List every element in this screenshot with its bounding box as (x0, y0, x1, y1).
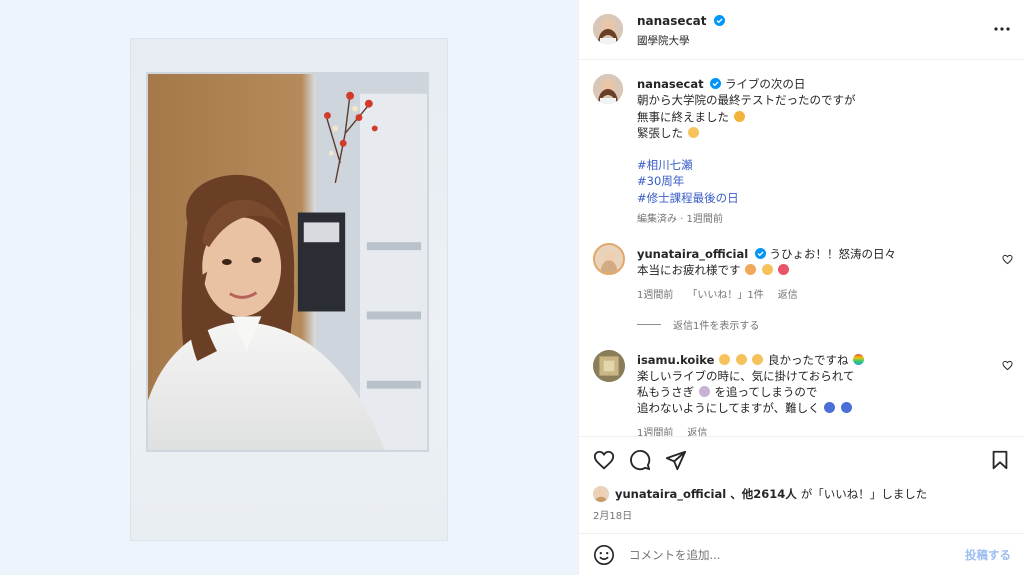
more-options-button[interactable] (993, 20, 1011, 38)
caption-line: 無事に終えました (637, 109, 729, 124)
share-button[interactable] (665, 449, 687, 471)
caption-line: 緊張した (637, 125, 683, 140)
comments-section[interactable]: nanasecat ライブの次の日 朝から大学院の最終テストだったのですが 無事… (579, 60, 1024, 436)
emoji-picker-button[interactable] (593, 544, 615, 566)
comment-item: isamu.koike 良かったですね 楽しいライブの時に、気に掛けておられて … (637, 352, 987, 416)
heart-icon (593, 450, 615, 470)
anxious-face-emoji-icon (687, 126, 699, 138)
hashtag-link[interactable]: #相川七瀬 (637, 157, 1007, 173)
caption-author-avatar[interactable] (593, 74, 623, 104)
post-header: nanasecat 國學院大學 (579, 0, 1024, 60)
comment-text: 楽しいライブの時に、気に掛けておられて (637, 369, 855, 383)
post-details-panel: nanasecat 國學院大學 nanasecat ライブの次の日 朝から大学院… (578, 0, 1024, 575)
comment-time: 1週間前 (637, 428, 674, 436)
hashtag-link[interactable]: #修士課程最後の日 (637, 190, 1007, 206)
post-caption: nanasecat ライブの次の日 朝から大学院の最終テストだったのですが 無事… (637, 76, 1007, 206)
comment-item: yunataira_official うひょお！！怒涛の日々 本当にお疲れ様です (637, 246, 987, 278)
verified-badge-icon (710, 78, 722, 89)
divider (637, 324, 661, 325)
commenter-username[interactable]: yunataira_official (637, 247, 748, 261)
cyclone-emoji-icon (824, 402, 836, 413)
comment-text: を追ってしまうので (714, 385, 818, 399)
tired-face-emoji-icon (745, 264, 757, 275)
commenter-avatar[interactable] (593, 243, 625, 275)
post-comment-button[interactable]: 投稿する (965, 547, 1011, 563)
liker-avatar (593, 486, 609, 502)
more-horizontal-icon (994, 27, 1010, 31)
hashtag-link[interactable]: #30周年 (637, 173, 1007, 189)
rainbow-emoji-icon (853, 354, 865, 365)
caption-meta: 編集済み · 1週間前 (637, 214, 723, 225)
comment-text: うひょお！！怒涛の日々 (769, 247, 897, 261)
caption-line: 朝から大学院の最終テストだったのですが (637, 93, 856, 108)
view-replies-button[interactable]: 返信1件を表示する (637, 317, 759, 332)
comment-text: 私もうさぎ (637, 385, 695, 399)
comment-time: 1週間前 (637, 290, 674, 301)
comment-meta: 1週間前 返信 (637, 424, 707, 436)
comment-text: 追わないようにしてますが、難しく (637, 401, 820, 415)
comment-text: 本当にお疲れ様です (637, 263, 741, 277)
likes-suffix: が「いいね！」しました (800, 487, 928, 501)
like-button[interactable] (593, 449, 615, 471)
commenter-avatar[interactable] (593, 350, 625, 382)
share-icon (665, 450, 687, 471)
reply-button[interactable]: 返信 (687, 424, 707, 436)
instagram-post-view: nanasecat 國學院大學 nanasecat ライブの次の日 朝から大学院… (0, 0, 1024, 575)
view-replies-label[interactable]: 返信1件を表示する (673, 317, 759, 332)
author-username[interactable]: nanasecat (637, 14, 725, 28)
congratulations-emoji-icon (778, 264, 790, 275)
caption-username[interactable]: nanasecat (637, 77, 704, 91)
heart-icon (1002, 254, 1013, 265)
bookmark-icon (992, 450, 1008, 470)
heart-icon (1002, 360, 1013, 371)
post-photo[interactable] (146, 72, 429, 452)
clapping-hands-emoji-icon (761, 264, 773, 275)
add-comment-bar: 投稿する (579, 533, 1024, 575)
comment-like-button[interactable] (1002, 360, 1013, 371)
location-link[interactable]: 國學院大學 (637, 33, 690, 48)
rabbit-emoji-icon (698, 386, 710, 397)
clapping-hands-emoji-icon (735, 354, 747, 365)
media-panel (0, 0, 578, 575)
comment-like-button[interactable] (1002, 254, 1013, 265)
comment-likes[interactable]: 「いいね！」1件 (687, 286, 763, 301)
comment-text: 良かったですね (768, 353, 849, 367)
reply-button[interactable]: 返信 (778, 286, 798, 301)
clapping-hands-emoji-icon (752, 354, 764, 365)
clapping-hands-emoji-icon (719, 354, 731, 365)
liker-username[interactable]: yunataira_official (615, 487, 726, 501)
comment-input[interactable] (629, 545, 929, 565)
comment-icon (630, 450, 651, 471)
comment-button[interactable] (629, 449, 651, 471)
cyclone-emoji-icon (840, 402, 852, 413)
author-username-text[interactable]: nanasecat (637, 14, 707, 28)
action-bar (579, 436, 1024, 482)
comment-meta: 1週間前 「いいね！」1件 返信 (637, 286, 798, 301)
author-avatar[interactable] (593, 14, 623, 44)
caption-line: ライブの次の日 (724, 77, 806, 91)
smiley-icon (594, 545, 614, 565)
save-button[interactable] (989, 449, 1011, 471)
likes-summary[interactable]: yunataira_official 、他2614人 が「いいね！」しました (593, 486, 927, 502)
flushed-face-emoji-icon (733, 110, 745, 122)
verified-badge-icon (713, 15, 725, 26)
likes-count[interactable]: 、他2614人 (730, 486, 797, 502)
post-date: 2月18日 (593, 511, 633, 522)
commenter-username[interactable]: isamu.koike (637, 353, 714, 367)
verified-badge-icon (754, 248, 766, 259)
